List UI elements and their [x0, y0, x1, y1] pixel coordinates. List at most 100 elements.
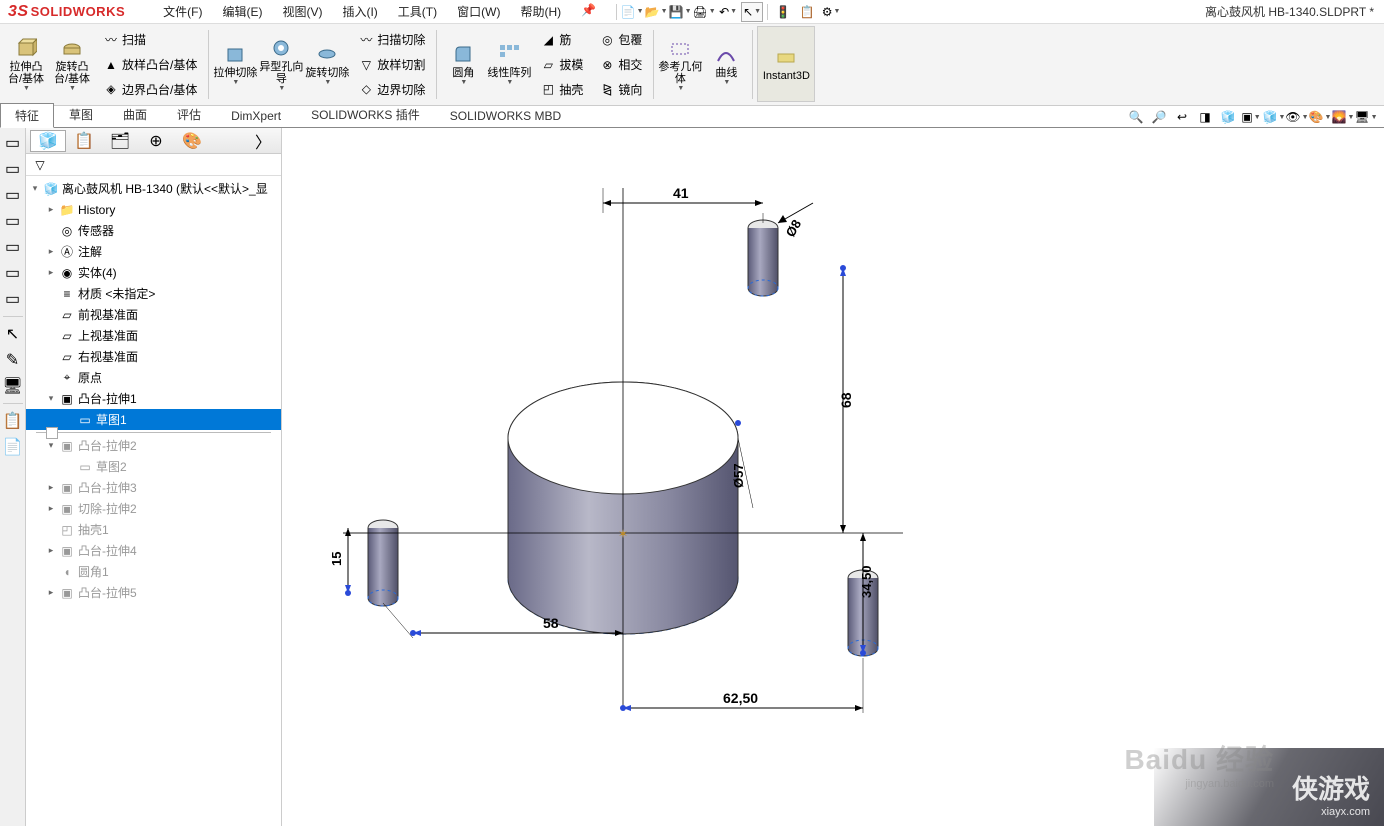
options-icon[interactable]: 📋 [796, 2, 818, 22]
tree-history[interactable]: ▸📁History [26, 199, 281, 220]
tab-sketch[interactable]: 草图 [54, 102, 108, 127]
scene-icon[interactable]: 🌄▼ [1333, 108, 1353, 126]
view-orientation-icon[interactable]: 🧊 [1218, 108, 1238, 126]
tree-solid-bodies[interactable]: ▸◉实体(4) [26, 262, 281, 283]
menu-view[interactable]: 视图(V) [272, 0, 332, 23]
loft-cut-button[interactable]: ▽放样切割 [355, 53, 428, 77]
eye-icon[interactable]: 👁▼ [1287, 108, 1307, 126]
draft-button[interactable]: ▱拔模 [537, 53, 586, 77]
rail-arrow-icon[interactable]: ↖ [2, 323, 24, 345]
menu-pin-icon[interactable]: 📌 [571, 0, 606, 23]
tree-tab-feature-icon[interactable]: 🧊 [30, 130, 66, 152]
extrude-cut-button[interactable]: 拉伸切除 ▼ [213, 26, 257, 102]
tree-sketch1[interactable]: ▭草图1 [26, 409, 281, 430]
tab-surfaces[interactable]: 曲面 [108, 102, 162, 127]
menu-insert[interactable]: 插入(I) [332, 0, 387, 23]
tree-tab-config-icon[interactable]: 🗂 [102, 130, 138, 152]
hide-show-icon[interactable]: 🧊▼ [1264, 108, 1284, 126]
tree-root[interactable]: ▾🧊离心鼓风机 HB-1340 (默认<<默认>_显 [26, 178, 281, 199]
settings-icon[interactable]: ⚙▼ [820, 2, 842, 22]
wrap-button[interactable]: ◎包覆 [596, 28, 645, 52]
tree-boss-extrude4[interactable]: ▸▣凸台-拉伸4 [26, 540, 281, 561]
tree-sensors[interactable]: ◎传感器 [26, 220, 281, 241]
tree-annotations[interactable]: ▸Ⓐ注解 [26, 241, 281, 262]
revolve-cut-button[interactable]: 旋转切除 ▼ [305, 26, 349, 102]
tree-tab-display-icon[interactable]: 🎨 [174, 130, 210, 152]
dim-68: 68 [838, 392, 854, 408]
hole-wizard-button[interactable]: 异型孔向导 ▼ [259, 26, 303, 102]
menu-help[interactable]: 帮助(H) [510, 0, 571, 23]
display-icon[interactable]: 🖥▼ [1356, 108, 1376, 126]
tree-top-plane[interactable]: ▱上视基准面 [26, 325, 281, 346]
tree-shell1[interactable]: ◰抽壳1 [26, 519, 281, 540]
undo-icon[interactable]: ↶▼ [717, 2, 739, 22]
curves-button[interactable]: 曲线 ▼ [704, 26, 748, 102]
menu-tools[interactable]: 工具(T) [388, 0, 447, 23]
display-style-icon[interactable]: ▣▼ [1241, 108, 1261, 126]
tab-mbd[interactable]: SOLIDWORKS MBD [435, 105, 576, 127]
menu-window[interactable]: 窗口(W) [447, 0, 510, 23]
tree-front-plane[interactable]: ▱前视基准面 [26, 304, 281, 325]
new-icon[interactable]: 📄▼ [621, 2, 643, 22]
select-icon[interactable]: ↖▼ [741, 2, 763, 22]
menu-edit[interactable]: 编辑(E) [212, 0, 272, 23]
tab-dimxpert[interactable]: DimXpert [216, 105, 296, 127]
rail-btn-2[interactable]: ▭ [2, 158, 24, 180]
main-area: ▭ ▭ ▭ ▭ ▭ ▭ ▭ ↖ ✎ 🖥 📋 📄 🧊 📋 🗂 ⊕ 🎨 〉 ▽ ▾🧊… [0, 128, 1384, 826]
tree-boss-extrude2[interactable]: ▾▣凸台-拉伸2 [26, 435, 281, 456]
rail-copy-icon[interactable]: 📋 [2, 410, 24, 432]
rail-paste-icon[interactable]: 📄 [2, 436, 24, 458]
extrude-boss-button[interactable]: 拉伸凸台/基体 ▼ [4, 26, 48, 102]
tab-plugins[interactable]: SOLIDWORKS 插件 [296, 102, 435, 127]
instant3d-button[interactable]: Instant3D [757, 26, 815, 102]
model-canvas[interactable]: 41 Ø8 68 Ø57 34,50 62,50 [282, 128, 1384, 826]
save-icon[interactable]: 💾▼ [669, 2, 691, 22]
menu-file[interactable]: 文件(F) [153, 0, 212, 23]
swept-cut-button[interactable]: 〰扫描切除 [355, 28, 428, 52]
tree-origin[interactable]: ⌖原点 [26, 367, 281, 388]
mirror-button[interactable]: ⧎镜向 [596, 77, 645, 101]
boundary-cut-button[interactable]: ◇边界切除 [355, 77, 428, 101]
rail-display-icon[interactable]: 🖥 [2, 375, 24, 397]
tree-cut-extrude2[interactable]: ▸▣切除-拉伸2 [26, 498, 281, 519]
tree-sketch2[interactable]: ▭草图2 [26, 456, 281, 477]
prev-view-icon[interactable]: ↩ [1172, 108, 1192, 126]
section-view-icon[interactable]: ◨ [1195, 108, 1215, 126]
zoom-fit-icon[interactable]: 🔍 [1126, 108, 1146, 126]
rib-button[interactable]: ◢筋 [537, 28, 586, 52]
ref-geom-button[interactable]: 参考几何体 ▼ [658, 26, 702, 102]
rail-btn-3[interactable]: ▭ [2, 184, 24, 206]
rebuild-icon[interactable]: 🚦 [772, 2, 794, 22]
rail-btn-6[interactable]: ▭ [2, 262, 24, 284]
tab-evaluate[interactable]: 评估 [162, 102, 216, 127]
rail-btn-7[interactable]: ▭ [2, 288, 24, 310]
appearance-icon[interactable]: 🎨▼ [1310, 108, 1330, 126]
tree-material[interactable]: ≡材质 <未指定> [26, 283, 281, 304]
rail-sketch-icon[interactable]: ✎ [2, 349, 24, 371]
linear-pattern-button[interactable]: 线性阵列 ▼ [487, 26, 531, 102]
fillet-button[interactable]: 圆角 ▼ [441, 26, 485, 102]
tree-tab-dim-icon[interactable]: ⊕ [138, 130, 174, 152]
revolve-boss-button[interactable]: 旋转凸台/基体 ▼ [50, 26, 94, 102]
rail-btn-5[interactable]: ▭ [2, 236, 24, 258]
tree-boss-extrude1[interactable]: ▾▣凸台-拉伸1 [26, 388, 281, 409]
boundary-boss-button[interactable]: ◈边界凸台/基体 [100, 77, 200, 101]
tree-expand-icon[interactable]: 〉 [249, 129, 277, 153]
rollback-bar[interactable] [36, 432, 271, 433]
filter-icon[interactable]: ▽ [32, 157, 48, 173]
tree-boss-extrude5[interactable]: ▸▣凸台-拉伸5 [26, 582, 281, 603]
open-icon[interactable]: 📂▼ [645, 2, 667, 22]
tree-boss-extrude3[interactable]: ▸▣凸台-拉伸3 [26, 477, 281, 498]
sweep-button[interactable]: 〰扫描 [100, 28, 200, 52]
tab-features[interactable]: 特征 [0, 103, 54, 128]
rail-btn-4[interactable]: ▭ [2, 210, 24, 232]
loft-boss-button[interactable]: ▲放样凸台/基体 [100, 53, 200, 77]
intersect-button[interactable]: ⊗相交 [596, 53, 645, 77]
zoom-area-icon[interactable]: 🔎 [1149, 108, 1169, 126]
print-icon[interactable]: 🖨▼ [693, 2, 715, 22]
tree-fillet1[interactable]: ◖圆角1 [26, 561, 281, 582]
tree-tab-property-icon[interactable]: 📋 [66, 130, 102, 152]
shell-button[interactable]: ◰抽壳 [537, 77, 586, 101]
tree-right-plane[interactable]: ▱右视基准面 [26, 346, 281, 367]
rail-btn-1[interactable]: ▭ [2, 132, 24, 154]
